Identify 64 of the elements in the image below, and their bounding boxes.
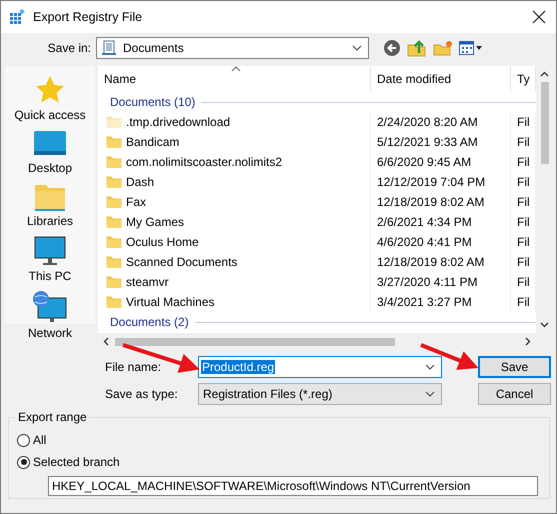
date-cell: 5/12/2021 9:33 AM	[371, 132, 511, 152]
window-title: Export Registry File	[33, 10, 144, 24]
folder-up-icon[interactable]	[407, 39, 427, 57]
file-name[interactable]: .tmp.drivedownload	[126, 115, 230, 129]
scroll-thumb[interactable]	[115, 338, 395, 346]
document-icon	[101, 40, 117, 56]
chevron-down-icon	[425, 364, 435, 370]
save-as-type-label: Save as type:	[105, 387, 179, 401]
scroll-left-icon[interactable]	[103, 337, 109, 346]
date-cell: 12/12/2019 7:04 PM	[371, 172, 511, 192]
save-as-type-dropdown[interactable]: Registration Files (*.reg)	[198, 383, 442, 405]
date-cell: 2/6/2021 4:34 PM	[371, 212, 511, 232]
date-cell: 12/18/2019 8:02 AM	[371, 192, 511, 212]
group-title: Export range	[16, 410, 89, 424]
monitor-icon[interactable]	[34, 235, 66, 267]
place-label[interactable]: Desktop	[28, 161, 72, 175]
date-cell: 6/6/2020 9:45 AM	[371, 152, 511, 172]
group-header[interactable]: Documents (2)	[110, 315, 189, 329]
file-name[interactable]: steamvr	[126, 275, 169, 289]
save-in-dropdown[interactable]: Documents	[96, 37, 369, 59]
radio-button[interactable]	[17, 456, 30, 468]
date-cell: 4/6/2020 4:41 PM	[371, 232, 511, 252]
scroll-up-icon[interactable]	[540, 71, 549, 77]
back-icon[interactable]	[383, 39, 401, 57]
folder-icon[interactable]	[34, 182, 66, 212]
column-header[interactable]: Date modified	[371, 66, 511, 91]
file-name[interactable]: Fax	[126, 195, 146, 209]
file-name[interactable]: com.nolimitscoaster.nolimits2	[126, 155, 282, 169]
file-name[interactable]: Scanned Documents	[126, 255, 238, 269]
group-header[interactable]: Documents (10)	[110, 95, 196, 109]
radio-button[interactable]	[17, 434, 30, 446]
place-label[interactable]: This PC	[28, 269, 72, 283]
view-menu-icon[interactable]	[459, 40, 483, 56]
file-name[interactable]: My Games	[126, 215, 184, 229]
scroll-down-icon[interactable]	[540, 322, 549, 328]
chevron-down-icon	[425, 391, 435, 397]
sort-caret-icon	[231, 66, 241, 72]
scroll-right-icon[interactable]	[525, 337, 531, 346]
chevron-down-icon	[352, 45, 362, 51]
date-cell: 3/27/2020 4:11 PM	[371, 272, 511, 292]
column-header[interactable]: Name	[98, 66, 371, 91]
save-button[interactable]: Save	[478, 356, 551, 378]
annotation-arrow	[420, 343, 478, 370]
radio-label[interactable]: All	[33, 433, 46, 447]
file-name-label: File name:	[105, 360, 162, 374]
file-name-field[interactable]: ProductId.reg	[198, 356, 442, 378]
scroll-thumb[interactable]	[540, 82, 548, 164]
branch-path-field[interactable]: HKEY_LOCAL_MACHINE\SOFTWARE\Microsoft\Windows NT\CurrentVersion	[48, 476, 538, 496]
network-globe-icon[interactable]	[32, 290, 68, 324]
cancel-button[interactable]: Cancel	[478, 383, 551, 405]
date-cell: 2/24/2020 8:20 AM	[371, 112, 511, 132]
registry-app-icon	[9, 9, 25, 25]
file-name[interactable]: Bandicam	[126, 135, 180, 149]
date-cell: 12/18/2019 8:02 AM	[371, 252, 511, 272]
place-label[interactable]: Quick access	[14, 108, 86, 122]
close-icon[interactable]	[532, 10, 546, 24]
place-label[interactable]: Network	[28, 326, 72, 340]
file-name[interactable]: Oculus Home	[126, 235, 199, 249]
file-name[interactable]: Dash	[126, 175, 154, 189]
save-in-label: Save in:	[46, 41, 92, 55]
file-name[interactable]: Virtual Machines	[126, 295, 214, 309]
date-cell: 3/4/2021 3:27 PM	[371, 292, 511, 312]
place-label[interactable]: Libraries	[26, 214, 74, 228]
radio-label[interactable]: Selected branch	[33, 455, 120, 469]
